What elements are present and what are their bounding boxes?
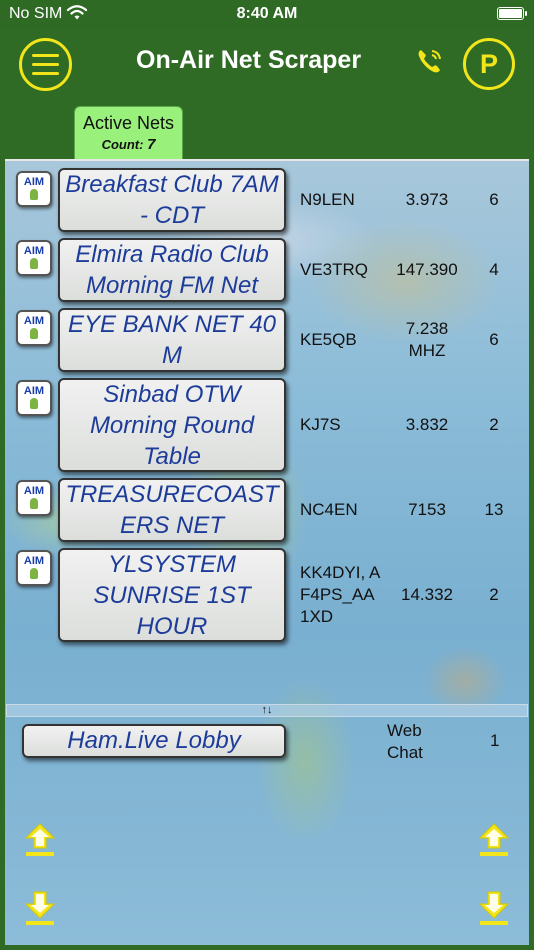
net-callsign: KK4DYI, AF4PS_AA1XD [300,563,381,626]
lobby-button[interactable]: Ham.Live Lobby [22,724,286,758]
net-count: 2 [489,585,499,604]
net-callsign: NC4EN [300,500,358,519]
net-frequency: 147.390 [396,260,458,279]
microphone-icon [30,328,38,339]
battery-icon [497,7,527,20]
net-callsign: KE5QB [300,330,357,349]
app-header: On-Air Net Scraper P Active Nets Count: … [0,28,534,160]
app-title: On-Air Net Scraper [136,46,362,74]
scroll-down-arrow-icon[interactable] [24,890,56,926]
status-bar: No SIM 8:40 AM [0,0,534,28]
net-callsign: N9LEN [300,190,355,209]
net-count: 6 [489,330,499,349]
tab-label: Active Nets [82,113,175,133]
hamburger-menu-icon[interactable] [19,38,72,91]
aim-icon[interactable]: AIM [16,171,52,207]
net-count: 2 [489,415,499,434]
microphone-icon [30,258,38,269]
net-callsign: KJ7S [300,415,341,434]
aim-icon[interactable]: AIM [16,310,52,346]
net-name-button[interactable]: TREASURECOASTERS NET [58,478,286,542]
scroll-up-arrow-icon[interactable] [478,822,510,858]
net-count: 13 [484,500,504,519]
net-count: 4 [489,260,499,279]
aim-icon[interactable]: AIM [16,480,52,516]
net-name-button[interactable]: Breakfast Club 7AM - CDT [58,168,286,232]
net-frequency: 3.973 [405,190,449,209]
net-name-button[interactable]: Elmira Radio Club Morning FM Net [58,238,286,302]
net-name-button[interactable]: Sinbad OTW Morning Round Table [58,378,286,472]
tab-active-nets[interactable]: Active Nets Count: 7 [74,106,183,160]
net-frequency: 7.238 MHZ [405,319,449,360]
microphone-icon [30,498,38,509]
lobby-count: 1 [490,731,500,750]
net-name-button[interactable]: YLSYSTEM SUNRISE 1ST HOUR [58,548,286,642]
net-callsign: VE3TRQ [300,260,369,279]
scroll-up-arrow-icon[interactable] [24,822,56,858]
phone-call-icon[interactable] [414,45,446,77]
microphone-icon [30,568,38,579]
net-count: 6 [489,190,499,209]
lobby-type-label: Web Chat [387,721,423,762]
scroll-down-arrow-icon[interactable] [478,890,510,926]
net-frequency: 3.832 [405,415,449,434]
clock: 8:40 AM [236,5,298,22]
net-frequency: 7153 [408,500,446,519]
net-frequency: 14.332 [401,585,453,604]
tab-count: Count: 7 [101,136,156,153]
p-button[interactable]: P [463,38,515,90]
microphone-icon [30,398,38,409]
net-name-button[interactable]: EYE BANK NET 40 M [58,308,286,372]
aim-icon[interactable]: AIM [16,550,52,586]
split-divider-handle[interactable]: ↑↓ [6,704,528,717]
aim-icon[interactable]: AIM [16,240,52,276]
microphone-icon [30,189,38,200]
aim-icon[interactable]: AIM [16,380,52,416]
